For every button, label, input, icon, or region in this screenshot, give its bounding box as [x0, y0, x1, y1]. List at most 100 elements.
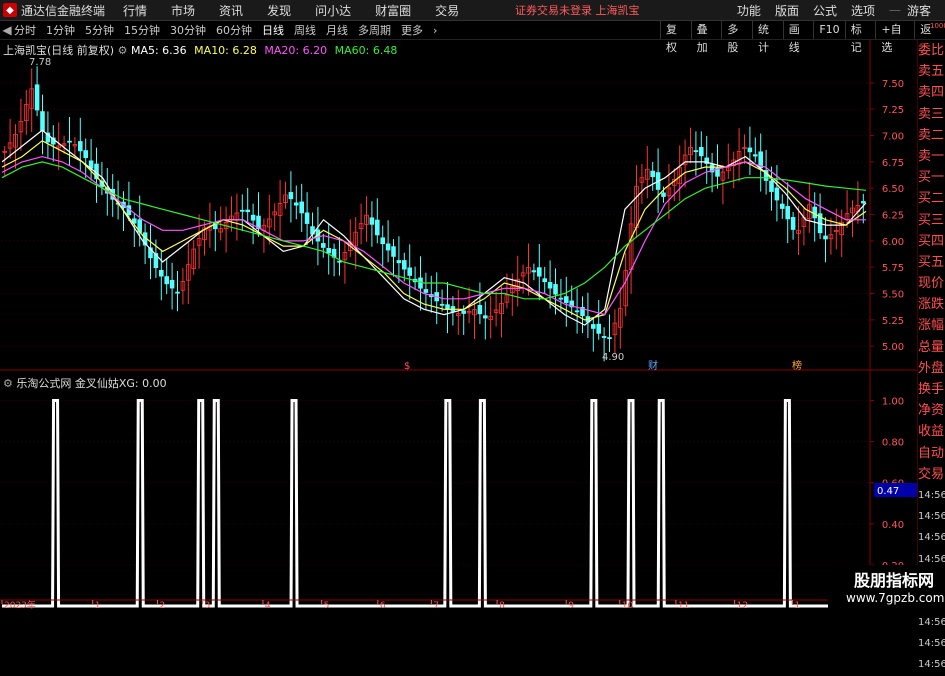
- candle-body: [558, 297, 564, 300]
- menu-wealth-circle[interactable]: 财富圈: [375, 2, 411, 19]
- quote-field-label[interactable]: 卖一: [918, 146, 945, 167]
- menu-function[interactable]: 功能: [737, 2, 761, 19]
- candle-body: [67, 140, 72, 143]
- adjust-button[interactable]: 复权: [660, 21, 691, 54]
- quote-field-label[interactable]: 净资: [918, 400, 945, 421]
- quote-field-label[interactable]: 买五: [918, 252, 945, 273]
- quote-field-label[interactable]: 涨跌: [918, 294, 945, 315]
- candle-body: [164, 276, 169, 285]
- quote-field-label[interactable]: 买三: [918, 210, 945, 231]
- quote-field-label[interactable]: 卖四: [918, 82, 945, 103]
- period-tab[interactable]: 分时: [14, 22, 36, 38]
- candle-body: [693, 150, 699, 153]
- kline-chart[interactable]: 5.00 5.25 5.50 5.75 6.00 6.25 6.50 6.75 7.00 7.25…: [0, 40, 917, 609]
- quote-field-label[interactable]: 卖五: [918, 61, 945, 82]
- menu-news[interactable]: 资讯: [219, 2, 243, 19]
- candle-body: [461, 310, 466, 314]
- f10-button[interactable]: F10: [813, 21, 844, 39]
- quote-field-label[interactable]: 收益: [918, 421, 945, 442]
- stats-button[interactable]: 统计: [752, 21, 783, 54]
- candle-body: [169, 279, 175, 289]
- candle-body: [321, 243, 326, 248]
- period-tab[interactable]: 30分钟: [170, 22, 206, 38]
- add-watchlist-button[interactable]: +自选: [875, 21, 914, 54]
- x-tick-label: 1: [795, 601, 801, 609]
- period-tab-more[interactable]: 更多: [401, 22, 423, 38]
- candle-body: [861, 201, 866, 204]
- candle-body: [564, 296, 569, 304]
- multi-stock-button[interactable]: 多股: [721, 21, 752, 54]
- login-warning[interactable]: 证券交易未登录 上海凯宝: [515, 2, 640, 18]
- quote-field-label[interactable]: 14:56: [918, 612, 945, 633]
- candle-body: [531, 270, 537, 273]
- candle-body: [596, 323, 601, 334]
- indicator-tick-label: 0.80: [882, 438, 904, 449]
- period-tab[interactable]: 多周期: [358, 22, 391, 38]
- menu-trade[interactable]: 交易: [435, 2, 459, 19]
- quote-field-label[interactable]: 买四: [918, 231, 945, 252]
- candle-body: [294, 202, 299, 206]
- candle-body: [537, 267, 542, 277]
- candle-body: [369, 217, 375, 225]
- x-tick-label: 8: [499, 601, 505, 609]
- quote-field-label[interactable]: 买一: [918, 167, 945, 188]
- quote-field-label[interactable]: 14:56: [918, 485, 945, 506]
- menu-market[interactable]: 市场: [171, 2, 195, 19]
- candle-body: [699, 147, 704, 157]
- candle-body: [375, 219, 380, 236]
- candle-body: [823, 235, 828, 240]
- menu-formula[interactable]: 公式: [813, 2, 837, 19]
- quote-field-label[interactable]: 现价: [918, 273, 945, 294]
- draw-button[interactable]: 画线: [782, 21, 814, 54]
- candle-body: [439, 303, 445, 306]
- period-tab[interactable]: 周线: [294, 22, 316, 38]
- quote-field-label[interactable]: 涨幅: [918, 315, 945, 336]
- guest-label[interactable]: 游客: [907, 2, 931, 19]
- quote-field-label[interactable]: 14:56: [918, 633, 945, 654]
- x-tick-label: 6: [380, 601, 386, 609]
- candle-body: [299, 201, 304, 214]
- minimize-icon[interactable]: —: [889, 3, 901, 17]
- quote-field-label[interactable]: 外盘: [918, 358, 945, 379]
- period-tab[interactable]: 月线: [326, 22, 348, 38]
- quote-field-label[interactable]: 14:56: [918, 654, 945, 675]
- mark-button[interactable]: 标记: [844, 21, 876, 54]
- quote-field-label[interactable]: 交易: [918, 464, 945, 485]
- price-tick-label: 5.25: [882, 316, 904, 327]
- quote-field-label[interactable]: 自动: [918, 443, 945, 464]
- quote-field-label[interactable]: 卖三: [918, 104, 945, 125]
- candle-body: [780, 203, 785, 209]
- x-tick-label: 10: [622, 601, 634, 609]
- rank-marker[interactable]: 榜: [792, 359, 802, 372]
- menu-options[interactable]: 选项: [851, 2, 875, 19]
- period-tab[interactable]: 15分钟: [124, 22, 160, 38]
- more-chevron-icon[interactable]: ›: [433, 24, 437, 37]
- period-tab-active[interactable]: 日线: [262, 22, 284, 38]
- overlay-button[interactable]: 叠加: [690, 21, 722, 54]
- x-tick-label: 9: [568, 601, 574, 609]
- candle-body: [402, 260, 407, 270]
- event-marker[interactable]: $: [404, 361, 410, 372]
- scroll-left-icon[interactable]: ◀: [0, 23, 14, 37]
- quote-field-label[interactable]: 换手: [918, 379, 945, 400]
- quote-field-label[interactable]: 委比: [918, 40, 945, 61]
- menu-market-quotes[interactable]: 行情: [123, 2, 147, 19]
- finance-marker[interactable]: 财: [648, 359, 658, 372]
- price-tick-label: 6.25: [882, 211, 904, 222]
- quote-field-label[interactable]: 14:56: [918, 506, 945, 527]
- menu-ask[interactable]: 问小达: [315, 2, 351, 19]
- x-tick-label: 5: [324, 601, 330, 609]
- candle-body: [785, 206, 790, 220]
- menu-bar: ◆ 通达信金融终端 行情 市场 资讯 发现 问小达 财富圈 交易 证券交易未登录…: [0, 0, 945, 21]
- quote-field-label[interactable]: 总量: [918, 337, 945, 358]
- watermark: 股朋指标网 www.7gpzb.com: [828, 565, 945, 609]
- quote-field-label[interactable]: 14:56: [918, 527, 945, 548]
- period-tab[interactable]: 5分钟: [85, 22, 114, 38]
- candle-body: [812, 206, 817, 219]
- menu-discover[interactable]: 发现: [267, 2, 291, 19]
- quote-field-label[interactable]: 买二: [918, 188, 945, 209]
- period-tab[interactable]: 1分钟: [46, 22, 75, 38]
- quote-field-label[interactable]: 卖二: [918, 125, 945, 146]
- period-tab[interactable]: 60分钟: [216, 22, 252, 38]
- menu-layout[interactable]: 版面: [775, 2, 799, 19]
